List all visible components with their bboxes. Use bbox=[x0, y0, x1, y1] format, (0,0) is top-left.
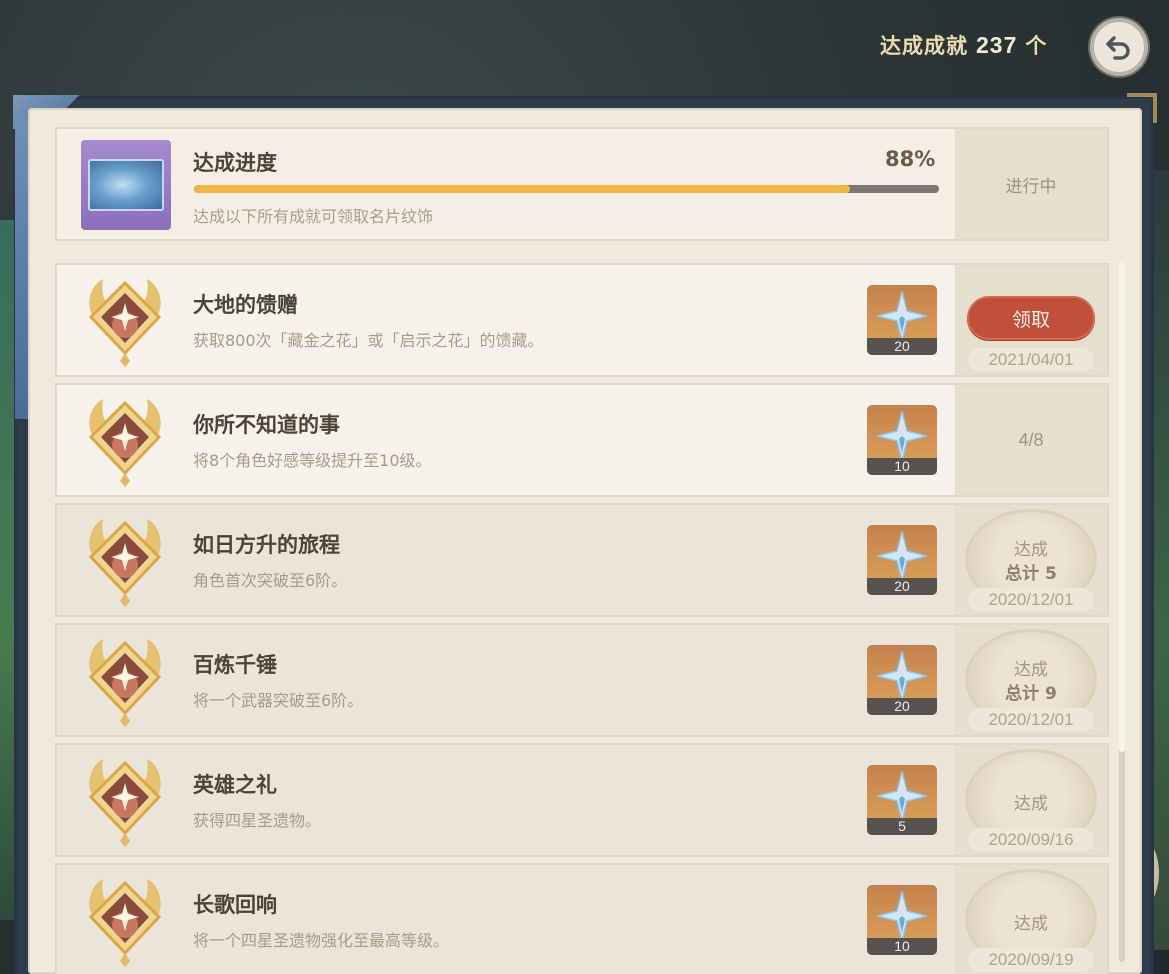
achievement-count-unit: 个 bbox=[1025, 35, 1048, 58]
achievement-medal-icon bbox=[88, 519, 162, 607]
primogem-reward: 10 bbox=[867, 405, 937, 475]
achievement-title: 如日方升的旅程 bbox=[193, 533, 340, 557]
achievement-medal-icon bbox=[88, 279, 162, 367]
reward-count: 10 bbox=[867, 458, 937, 475]
achievement-row[interactable]: 百炼千锤 将一个武器突破至6阶。 20 达成 总计 9 2020/12/01 bbox=[55, 623, 1109, 737]
reward-count: 20 bbox=[867, 578, 937, 595]
achievement-row[interactable]: 英雄之礼 获得四星圣遗物。 5 达成 2020/09/16 bbox=[55, 743, 1109, 857]
achievement-medal-icon bbox=[88, 759, 162, 847]
achievement-description: 将8个角色好感等级提升至10级。 bbox=[193, 451, 432, 470]
completed-total: 总计 5 bbox=[1005, 564, 1057, 584]
back-button[interactable] bbox=[1090, 18, 1148, 76]
achievement-progress: 4/8 bbox=[1018, 429, 1044, 450]
progress-subtitle: 达成以下所有成就可领取名片纹饰 bbox=[193, 207, 434, 226]
achievement-title: 大地的馈赠 bbox=[193, 293, 298, 317]
achievement-date: 2020/12/01 bbox=[968, 588, 1094, 612]
namecard-reward-icon bbox=[81, 140, 171, 230]
achievement-medal-icon bbox=[88, 639, 162, 727]
achievement-title: 百炼千锤 bbox=[193, 653, 277, 677]
achievement-title: 英雄之礼 bbox=[193, 773, 277, 797]
achievement-status: 达成 2020/09/19 bbox=[955, 865, 1107, 974]
achievement-row[interactable]: 如日方升的旅程 角色首次突破至6阶。 20 达成 总计 5 2020/12/01 bbox=[55, 503, 1109, 617]
achievement-status: 达成 总计 5 2020/12/01 bbox=[955, 505, 1107, 615]
primogem-reward: 10 bbox=[867, 885, 937, 955]
reward-count: 10 bbox=[867, 938, 937, 955]
back-arrow-icon bbox=[1106, 36, 1130, 60]
scrollbar-thumb[interactable] bbox=[1119, 262, 1125, 752]
achievement-status: 4/8 bbox=[955, 385, 1107, 495]
primogem-reward: 5 bbox=[867, 765, 937, 835]
primogem-icon bbox=[876, 290, 928, 342]
reward-count: 20 bbox=[867, 338, 937, 355]
achievement-status: 达成 2020/09/16 bbox=[955, 745, 1107, 855]
primogem-icon bbox=[876, 410, 928, 462]
achievement-description: 获取800次「藏金之花」或「启示之花」的馈藏。 bbox=[193, 331, 544, 350]
achievement-count: 达成成就 237 个 bbox=[880, 30, 1047, 60]
achievement-description: 获得四星圣遗物。 bbox=[193, 811, 322, 830]
achievement-count-label: 达成成就 bbox=[880, 35, 968, 58]
achievement-status: 领取 2021/04/01 bbox=[955, 265, 1107, 375]
primogem-icon bbox=[876, 530, 928, 582]
achievement-date: 2020/12/01 bbox=[968, 708, 1094, 732]
series-progress-card: 达成进度 88% 达成以下所有成就可领取名片纹饰 进行中 bbox=[55, 127, 1109, 241]
achievement-row[interactable]: 长歌回响 将一个四星圣遗物强化至最高等级。 10 达成 2020/09/19 bbox=[55, 863, 1109, 974]
progress-status: 进行中 bbox=[955, 129, 1107, 239]
primogem-icon bbox=[876, 890, 928, 942]
completed-label: 达成 bbox=[1014, 660, 1048, 680]
progress-bar-fill bbox=[194, 185, 850, 193]
achievement-title: 你所不知道的事 bbox=[193, 413, 340, 437]
completed-label: 达成 bbox=[1014, 540, 1048, 560]
achievement-date: 2020/09/19 bbox=[968, 948, 1094, 972]
achievement-description: 角色首次突破至6阶。 bbox=[193, 571, 348, 590]
achievement-count-number: 237 bbox=[976, 32, 1018, 58]
completed-label: 达成 bbox=[1014, 914, 1048, 934]
achievement-medal-icon bbox=[88, 399, 162, 487]
claim-button[interactable]: 领取 bbox=[967, 296, 1095, 340]
progress-title: 达成进度 bbox=[193, 151, 277, 175]
achievement-title: 长歌回响 bbox=[193, 893, 277, 917]
achievement-description: 将一个武器突破至6阶。 bbox=[193, 691, 364, 710]
progress-bar bbox=[194, 185, 939, 193]
achievement-date: 2021/04/01 bbox=[968, 348, 1094, 372]
reward-count: 5 bbox=[867, 818, 937, 835]
list-scrollbar[interactable] bbox=[1119, 262, 1125, 962]
achievement-status: 达成 总计 9 2020/12/01 bbox=[955, 625, 1107, 735]
achievement-medal-icon bbox=[88, 879, 162, 967]
completed-label: 达成 bbox=[1014, 794, 1048, 814]
primogem-reward: 20 bbox=[867, 285, 937, 355]
achievement-row[interactable]: 你所不知道的事 将8个角色好感等级提升至10级。 10 4/8 bbox=[55, 383, 1109, 497]
achievement-description: 将一个四星圣遗物强化至最高等级。 bbox=[193, 931, 450, 950]
primogem-reward: 20 bbox=[867, 645, 937, 715]
reward-count: 20 bbox=[867, 698, 937, 715]
primogem-reward: 20 bbox=[867, 525, 937, 595]
completed-total: 总计 9 bbox=[1005, 684, 1057, 704]
progress-percent: 88% bbox=[885, 147, 936, 171]
primogem-icon bbox=[876, 770, 928, 822]
primogem-icon bbox=[876, 650, 928, 702]
achievement-row[interactable]: 大地的馈赠 获取800次「藏金之花」或「启示之花」的馈藏。 20 领取 2021… bbox=[55, 263, 1109, 377]
achievement-date: 2020/09/16 bbox=[968, 828, 1094, 852]
